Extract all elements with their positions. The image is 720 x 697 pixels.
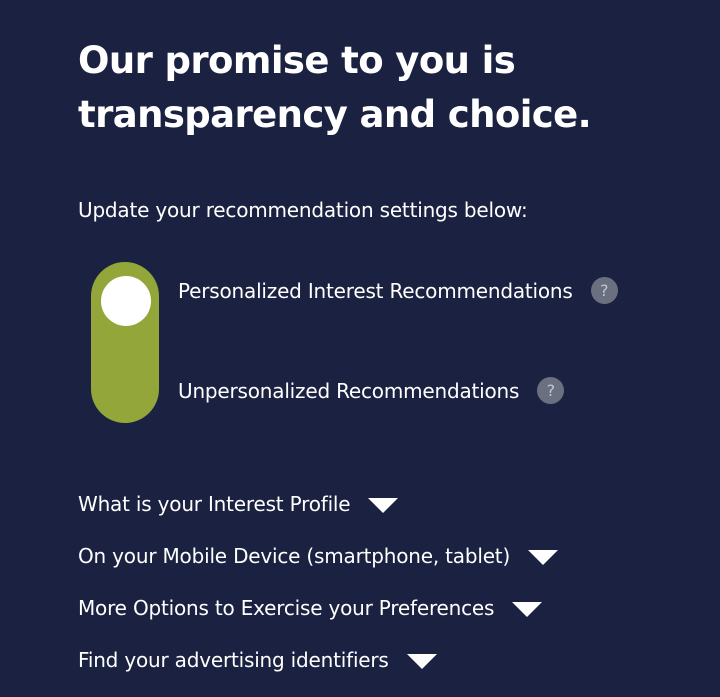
accordion-advertising-identifiers[interactable]: Find your advertising identifiers [78, 648, 437, 672]
option-personalized-label[interactable]: Personalized Interest Recommendations [178, 279, 573, 303]
page-title: Our promise to you is transparency and c… [78, 39, 592, 136]
accordion-mobile-device[interactable]: On your Mobile Device (smartphone, table… [78, 544, 559, 568]
accordion-label[interactable]: More Options to Exercise your Preference… [78, 596, 494, 620]
accordion-label[interactable]: Find your advertising identifiers [78, 648, 389, 672]
caret-down-icon[interactable] [368, 497, 399, 513]
option-unpersonalized-label[interactable]: Unpersonalized Recommendations [178, 379, 519, 403]
accordion-interest-profile[interactable]: What is your Interest Profile [78, 492, 399, 516]
help-icon[interactable]: ? [537, 377, 565, 404]
option-unpersonalized[interactable]: Unpersonalized Recommendations ? [178, 377, 565, 404]
accordion-more-options[interactable]: More Options to Exercise your Preference… [78, 596, 543, 620]
recommendation-toggle[interactable] [91, 262, 159, 423]
intro-text: Update your recommendation settings belo… [78, 198, 528, 222]
accordion-label[interactable]: On your Mobile Device (smartphone, table… [78, 544, 510, 568]
help-icon[interactable]: ? [590, 277, 618, 304]
caret-down-icon[interactable] [528, 549, 559, 565]
caret-down-icon[interactable] [512, 601, 543, 617]
caret-down-icon[interactable] [406, 653, 437, 669]
option-personalized[interactable]: Personalized Interest Recommendations ? [178, 277, 618, 304]
accordion-label[interactable]: What is your Interest Profile [78, 492, 351, 516]
toggle-knob[interactable] [101, 276, 151, 326]
